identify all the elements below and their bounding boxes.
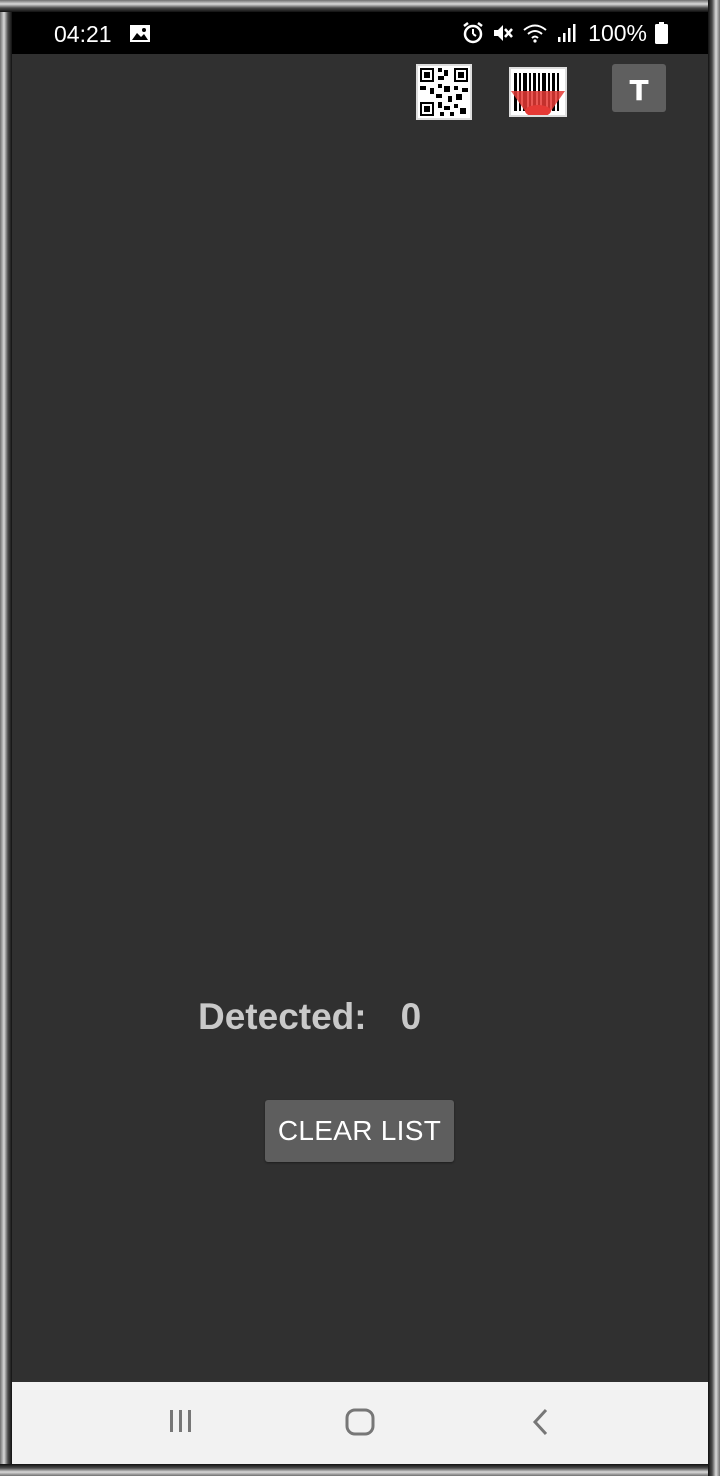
- status-time: 04:21: [54, 21, 112, 47]
- navigation-bar: [12, 1382, 708, 1464]
- detected-count: 0: [400, 996, 422, 1037]
- device-frame-bottom: [0, 1464, 720, 1476]
- detected-row: Detected: 0: [198, 996, 421, 1038]
- text-recognition-button[interactable]: T: [612, 64, 666, 112]
- wifi-icon: [522, 22, 548, 44]
- mute-icon: [492, 22, 514, 44]
- signal-icon: [556, 22, 576, 44]
- app-screen: 04:21 100% T Detected: 0 CLEAR LIST: [12, 12, 708, 1464]
- home-icon[interactable]: [345, 1408, 375, 1441]
- detected-label: Detected:: [198, 996, 367, 1037]
- device-frame-top: [0, 0, 720, 12]
- status-bar: 04:21 100%: [12, 12, 708, 54]
- battery-percent: 100%: [588, 19, 647, 46]
- battery-icon: [655, 22, 668, 44]
- back-icon[interactable]: [531, 1408, 551, 1441]
- alarm-icon: [462, 22, 484, 44]
- clear-list-button[interactable]: CLEAR LIST: [265, 1100, 454, 1162]
- recents-icon[interactable]: [168, 1408, 194, 1439]
- barcode-scan-icon[interactable]: [509, 67, 567, 117]
- device-frame-right: [708, 0, 720, 1476]
- gallery-icon: [130, 25, 150, 42]
- qr-code-icon[interactable]: [416, 64, 472, 120]
- status-icons: 100%: [462, 20, 668, 46]
